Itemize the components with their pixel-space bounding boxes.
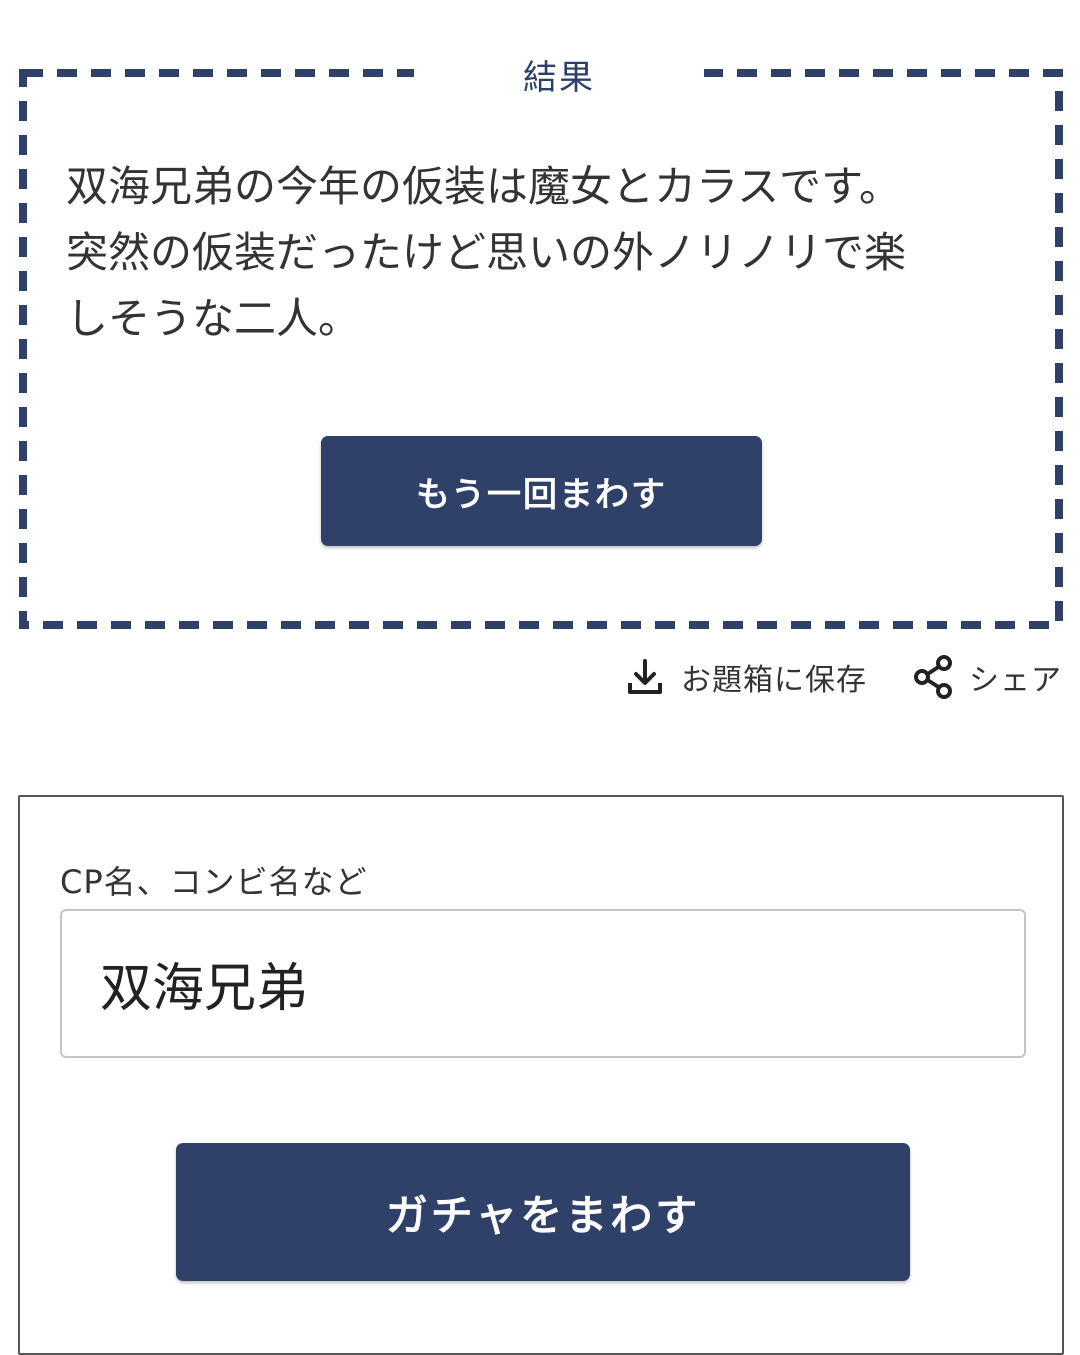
- result-text: 双海兄弟の今年の仮装は魔女とカラスです。 突然の仮装だったけど思いの外ノリノリで…: [66, 154, 1016, 352]
- pair-name-input[interactable]: [60, 909, 1026, 1058]
- result-text-line: しそうな二人。: [66, 294, 361, 343]
- download-icon: [625, 657, 665, 697]
- result-text-line: 突然の仮装だったけど思いの外ノリノリで楽: [66, 228, 907, 277]
- spin-gacha-button[interactable]: ガチャをまわす: [176, 1143, 910, 1281]
- result-text-line: 双海兄弟の今年の仮装は魔女とカラスです。: [66, 162, 901, 211]
- pair-name-label: CP名、コンビ名など: [60, 863, 368, 901]
- share-label: シェア: [969, 663, 1062, 698]
- share-button[interactable]: シェア: [913, 655, 1062, 699]
- gacha-form: CP名、コンビ名など ガチャをまわす: [18, 795, 1064, 1355]
- result-title: 結果: [414, 54, 704, 102]
- spin-again-button[interactable]: もう一回まわす: [321, 436, 762, 546]
- save-to-inbox-label: お題箱に保存: [681, 663, 867, 698]
- share-icon: [913, 655, 953, 699]
- save-to-inbox-button[interactable]: お題箱に保存: [625, 655, 867, 699]
- result-actions: お題箱に保存 シェア: [625, 650, 1062, 704]
- result-panel: 結果 双海兄弟の今年の仮装は魔女とカラスです。 突然の仮装だったけど思いの外ノリ…: [18, 54, 1064, 630]
